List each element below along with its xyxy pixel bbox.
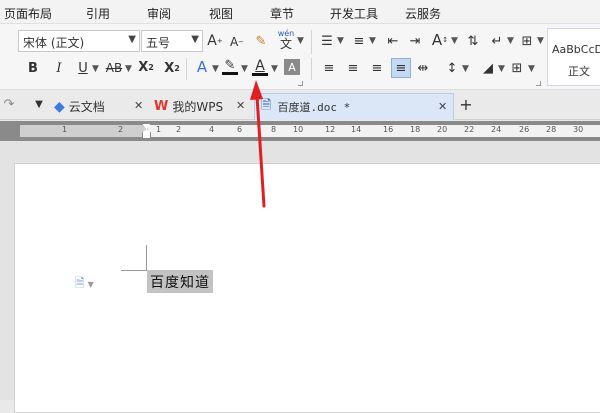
arrow-shaft — [255, 94, 266, 208]
arrow-head — [250, 80, 263, 100]
annotation-arrow — [250, 80, 266, 208]
